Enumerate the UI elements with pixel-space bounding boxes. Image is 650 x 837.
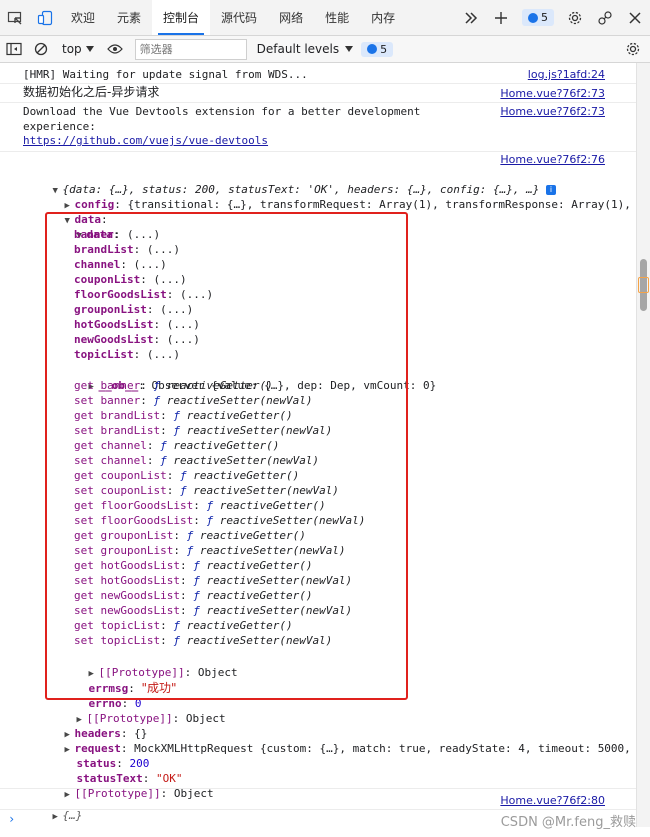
object-summary: {…}: [62, 809, 83, 822]
scrollbar-marker: [638, 277, 649, 293]
console-output: [HMR] Waiting for update signal from WDS…: [0, 63, 636, 827]
issues-icon: [367, 44, 378, 54]
context-value: top: [62, 42, 82, 56]
devtools-tabbar: 欢迎 元素 控制台 源代码 网络 性能 内存 5: [0, 0, 650, 36]
toolbar-issues-count: 5: [380, 42, 388, 56]
source-link[interactable]: Home.vue?76f2:73: [500, 104, 605, 119]
highlight-box: [45, 212, 408, 700]
collapse-toggle-icon[interactable]: ▶: [53, 810, 63, 825]
divider: [0, 809, 636, 810]
issues-badge[interactable]: 5: [522, 9, 554, 26]
chevron-down-icon: [345, 46, 354, 52]
source-link[interactable]: Home.vue?76f2:80: [500, 793, 605, 808]
console-toolbar: top Default levels 5: [0, 36, 650, 63]
divider: [0, 83, 636, 84]
divider: [0, 788, 636, 789]
issues-count: 5: [541, 11, 548, 24]
divider: [0, 102, 636, 103]
tab-network[interactable]: 网络: [268, 0, 314, 35]
more-tabs-chevron-icon[interactable]: [456, 0, 486, 36]
device-emulation-icon[interactable]: [30, 0, 60, 35]
customize-connect-icon[interactable]: [590, 0, 620, 36]
clear-console-icon[interactable]: [27, 36, 54, 63]
toggle-sidebar-icon[interactable]: [0, 36, 27, 63]
source-link[interactable]: Home.vue?76f2:76: [500, 152, 605, 167]
source-link[interactable]: log.js?1afd:24: [528, 67, 605, 82]
context-selector[interactable]: top: [54, 42, 102, 56]
tab-memory[interactable]: 内存: [360, 0, 406, 35]
console-message-devtools-2: experience:: [23, 120, 96, 133]
tab-sources[interactable]: 源代码: [210, 0, 268, 35]
tab-performance[interactable]: 性能: [314, 0, 360, 35]
issues-icon: [528, 12, 538, 23]
log-levels-label: Default levels: [256, 42, 340, 56]
log-levels-dropdown[interactable]: Default levels: [256, 42, 354, 56]
toolbar-issues-badge[interactable]: 5: [361, 41, 394, 57]
console-prompt-chevron-icon[interactable]: ›: [8, 812, 15, 826]
inspect-element-icon[interactable]: [0, 0, 30, 35]
console-scrollbar[interactable]: [636, 63, 650, 827]
console-settings-gear-icon[interactable]: [619, 36, 646, 63]
add-tab-plus-icon[interactable]: [486, 0, 516, 36]
tab-elements[interactable]: 元素: [106, 0, 152, 35]
settings-gear-icon[interactable]: [560, 0, 590, 36]
close-devtools-icon[interactable]: [620, 0, 650, 36]
source-link[interactable]: Home.vue?76f2:73: [500, 86, 605, 101]
tab-console[interactable]: 控制台: [152, 0, 211, 35]
tab-welcome[interactable]: 欢迎: [60, 0, 106, 35]
live-expression-eye-icon[interactable]: [102, 36, 129, 63]
watermark: CSDN @Mr.feng_救赎: [500, 815, 636, 830]
devtools-link[interactable]: https://github.com/vuejs/vue-devtools: [23, 134, 268, 147]
chevron-down-icon: [85, 46, 94, 52]
filter-input[interactable]: [134, 38, 247, 60]
